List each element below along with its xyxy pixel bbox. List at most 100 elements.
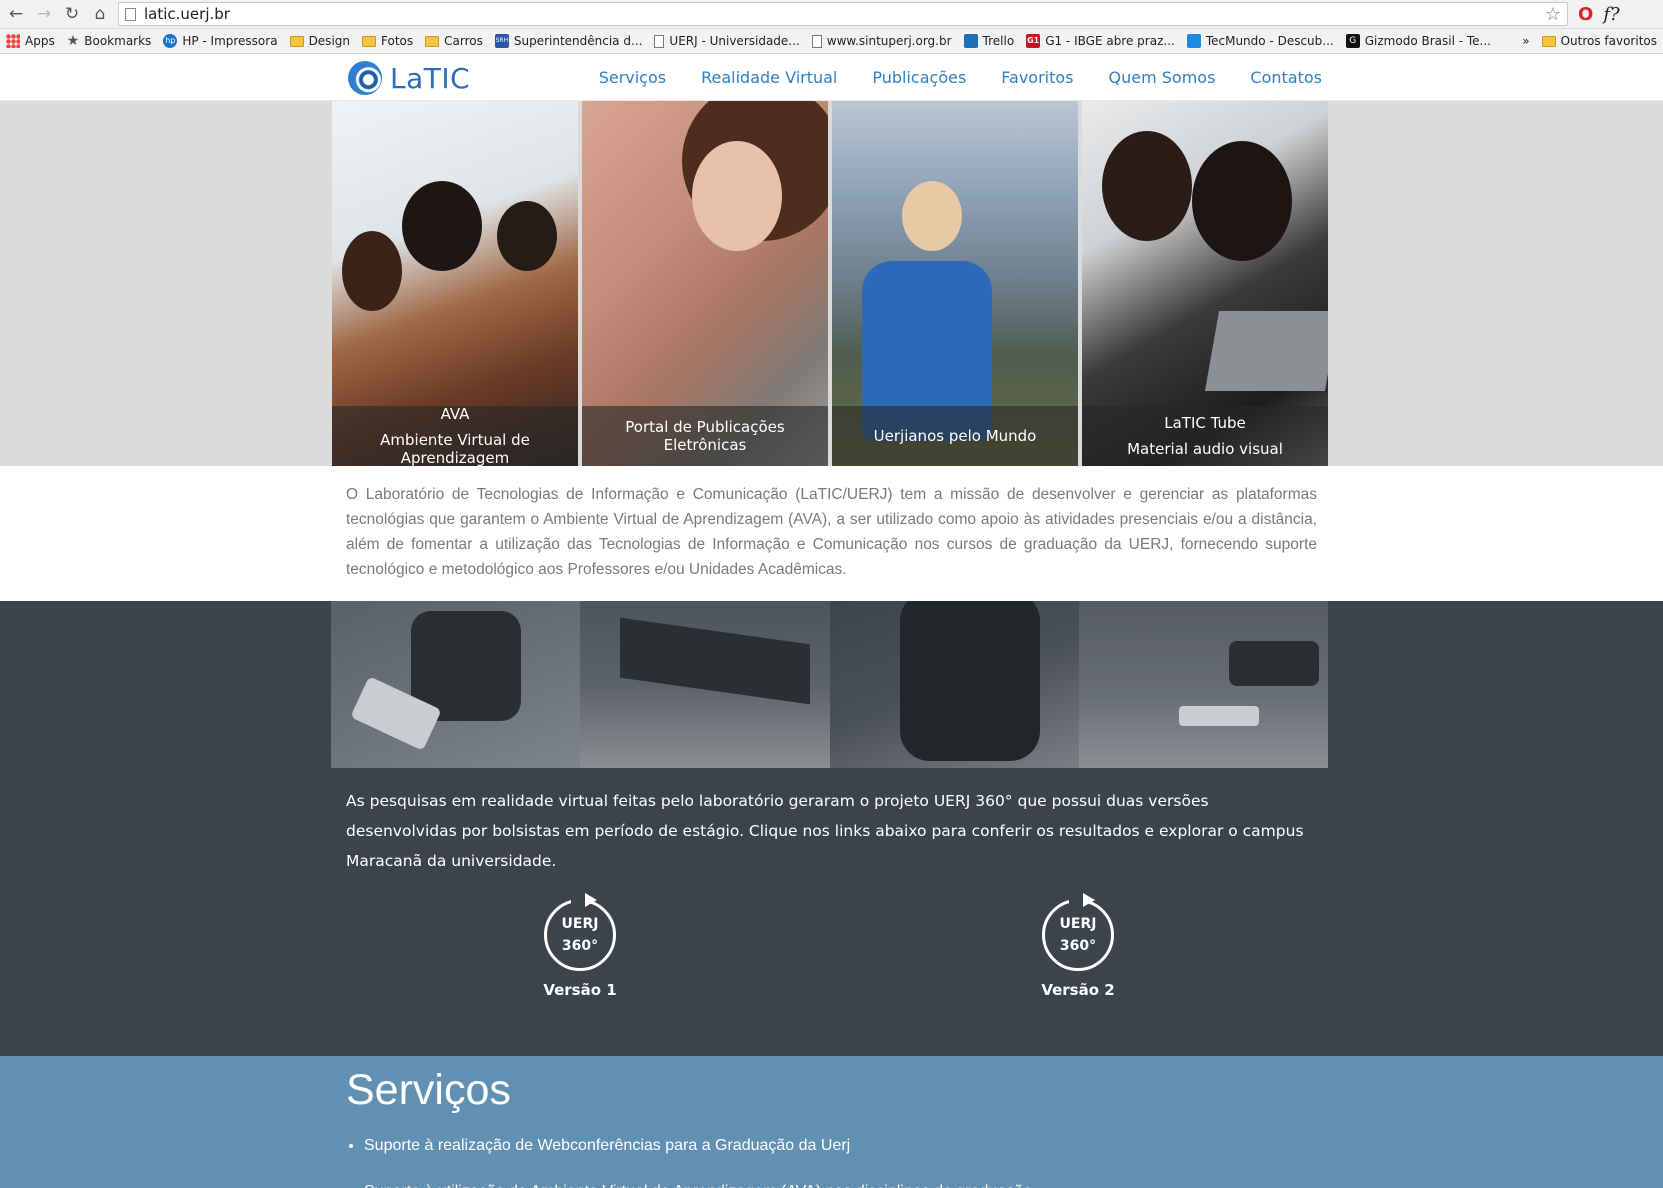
forward-arrow-icon[interactable]: → [32,2,56,26]
bookmarks-bar: Apps ★ Bookmarks hp HP - Impressora Design… [0,29,1663,54]
bookmark-label: TecMundo - Descub... [1205,34,1334,48]
g1-icon: G1 [1026,34,1041,48]
page-icon [654,34,665,48]
tile-title: LaTIC Tube [1164,414,1246,432]
bookmark-label: Apps [25,34,55,48]
nav-contatos[interactable]: Contatos [1250,68,1322,87]
site-header: LaTIC Serviços Realidade Virtual Publica… [0,54,1663,101]
uerj-360-icon: UERJ 360° [1042,893,1114,971]
tile-caption: LaTIC Tube Material audio visual [1082,406,1328,466]
vr-case-photo [580,601,830,768]
case-shape [620,617,811,705]
folder-icon [362,35,376,47]
badge-top-text: UERJ [1059,916,1097,932]
nav-publicacoes[interactable]: Publicações [872,68,966,87]
vr-image-strip [331,601,1328,768]
address-url[interactable]: latic.uerj.br [144,5,230,23]
uerj360-version1-link[interactable]: UERJ 360° Versão 1 [520,893,640,999]
tile-caption: Uerjianos pelo Mundo [832,406,1078,466]
people-photo [342,231,402,311]
bookmark-label: Superintendência d... [513,34,643,48]
bookmark-bookmarks[interactable]: ★ Bookmarks [61,29,158,53]
service-item: Suporte à utilização do Ambiente Virtual… [364,1180,1032,1188]
intro-section: O Laboratório de Tecnologias de Informaç… [0,466,1663,601]
bookmark-fotos[interactable]: Fotos [356,29,419,53]
people-photo [497,201,557,271]
apps-icon [6,34,20,48]
bookmark-label: HP - Impressora [182,34,278,48]
vr-headset-shape [1228,641,1319,686]
vr-description: As pesquisas em realidade virtual feitas… [346,792,1304,870]
nav-realidade-virtual[interactable]: Realidade Virtual [701,68,837,87]
bookmark-g1[interactable]: G1 G1 - IBGE abre praz... [1020,29,1181,53]
people-photo [402,181,482,271]
person-photo [1102,131,1192,241]
tile-caption: AVA Ambiente Virtual de Aprendizagem [332,405,578,466]
bookmark-sintuperj[interactable]: www.sintuperj.org.br [806,29,958,53]
tile-title: AVA [440,405,470,423]
bookmark-trello[interactable]: Trello [958,29,1021,53]
star-icon: ★ [66,33,80,49]
nav-servicos[interactable]: Serviços [599,68,666,87]
person-photo [1192,141,1292,261]
gizmodo-icon: G [1345,34,1360,48]
reload-icon[interactable]: ↻ [60,2,84,26]
laptop-photo [1204,311,1328,391]
tile-publicacoes[interactable]: Portal de Publicações Eletrônicas [582,101,828,466]
bookmark-superintendencia[interactable]: SRH Superintendência d... [489,29,649,53]
main-nav: Serviços Realidade Virtual Publicações F… [564,54,1322,101]
bookmark-star-icon[interactable]: ☆ [1545,4,1561,25]
hiker-photo [902,181,962,251]
font-extension-icon[interactable]: f? [1603,4,1619,25]
home-icon[interactable]: ⌂ [88,2,112,26]
service-item: Suporte à realização de Webconferências … [364,1134,1032,1158]
tile-title: Portal de Publicações Eletrônicas [625,418,785,454]
address-bar[interactable]: latic.uerj.br ☆ [118,2,1568,26]
vr-lens-shape [899,601,1040,761]
tile-title: Uerjianos pelo Mundo [873,427,1037,445]
bookmark-apps[interactable]: Apps [0,29,61,53]
bookmarks-overflow-button[interactable]: » [1516,29,1535,53]
badge-bottom-text: 360° [1059,938,1097,954]
badge-top-text: UERJ [561,916,599,932]
nav-quem-somos[interactable]: Quem Somos [1109,68,1216,87]
tile-uerjianos[interactable]: Uerjianos pelo Mundo [832,101,1078,466]
latic-logo-icon [348,61,382,95]
vr-section: As pesquisas em realidade virtual feitas… [0,601,1663,1056]
bookmark-tecmundo[interactable]: TecMundo - Descub... [1181,29,1340,53]
folder-icon [1541,35,1556,47]
bookmark-label: Trello [982,34,1015,48]
other-bookmarks[interactable]: Outros favoritos [1536,29,1663,53]
bookmark-label: Gizmodo Brasil - Te... [1364,34,1491,48]
tile-ava[interactable]: AVA Ambiente Virtual de Aprendizagem [332,101,578,466]
tile-latic-tube[interactable]: LaTIC Tube Material audio visual [1082,101,1328,466]
folder-icon [425,35,440,47]
logo-text: LaTIC [390,61,471,95]
folder-icon [289,35,304,47]
hero-section: AVA Ambiente Virtual de Aprendizagem Por… [0,101,1663,466]
tile-subtitle: Ambiente Virtual de Aprendizagem [380,431,530,466]
bookmark-label: Outros favoritos [1560,34,1657,48]
bookmark-hp[interactable]: hp HP - Impressora [157,29,283,53]
bookmark-label: Bookmarks [84,34,152,48]
opera-extension-icon[interactable]: O [1578,4,1593,25]
vr-closeup-photo [829,601,1079,768]
back-arrow-icon[interactable]: ← [4,2,28,26]
services-section: Serviços Suporte à realização de Webconf… [0,1056,1663,1188]
bookmark-uerj[interactable]: UERJ - Universidade... [648,29,805,53]
site-logo[interactable]: LaTIC [348,61,470,95]
overflow-chevron-icon: » [1522,34,1530,48]
page-icon [125,7,136,21]
services-title: Serviços [346,1066,511,1114]
intro-text: O Laboratório de Tecnologias de Informaç… [346,486,1317,578]
bookmark-gizmodo[interactable]: G Gizmodo Brasil - Te... [1340,29,1497,53]
uerj360-version2-link[interactable]: UERJ 360° Versão 2 [1018,893,1138,999]
phone-shape [1178,706,1259,726]
bookmark-design[interactable]: Design [284,29,356,53]
nav-favoritos[interactable]: Favoritos [1001,68,1073,87]
bookmark-label: Carros [444,34,483,48]
tecmundo-icon [1186,34,1201,48]
bookmark-label: G1 - IBGE abre praz... [1045,34,1175,48]
trello-icon [963,34,978,48]
bookmark-carros[interactable]: Carros [419,29,489,53]
